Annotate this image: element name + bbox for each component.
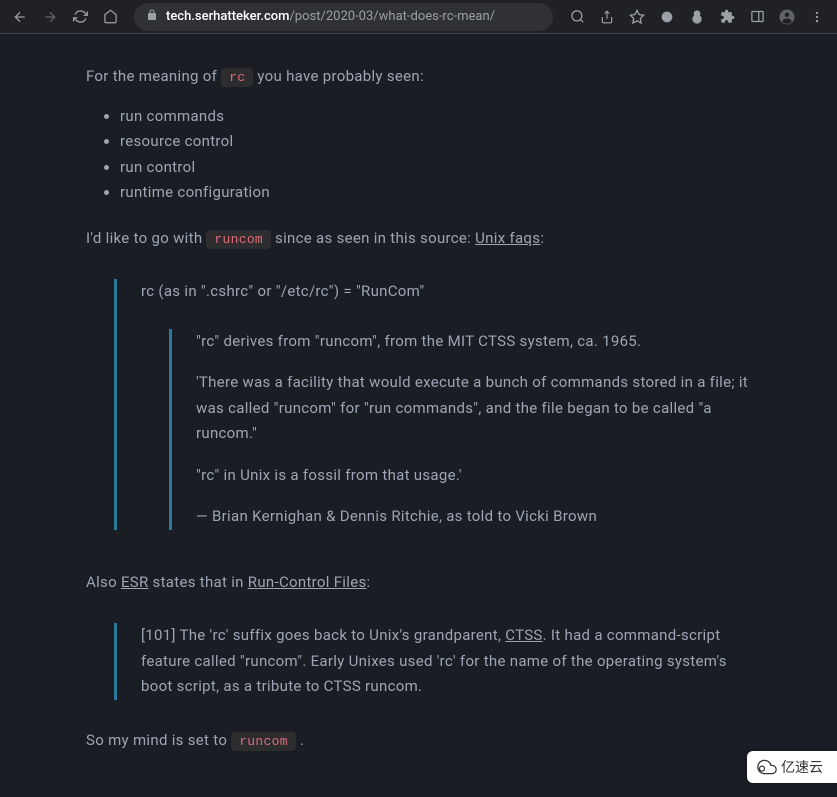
list-item: runtime configuration (120, 180, 751, 206)
toolbar-right (565, 5, 829, 29)
bq-line: rc (as in ".cshrc" or "/etc/rc") = "RunC… (141, 279, 751, 305)
watermark-text: 亿速云 (781, 757, 823, 777)
bookmark-icon[interactable] (625, 5, 649, 29)
text: . (296, 731, 304, 749)
blockquote-runcom: rc (as in ".cshrc" or "/etc/rc") = "RunC… (114, 279, 751, 530)
watermark: 亿速云 (747, 751, 837, 783)
run-control-files-link[interactable]: Run-Control Files (248, 573, 367, 591)
text: For the meaning of (86, 67, 221, 85)
text: Also (86, 573, 121, 591)
esr-link[interactable]: ESR (121, 573, 149, 591)
extension-icon-2[interactable] (685, 5, 709, 29)
url-text: tech.serhatteker.com/post/2020-03/what-d… (166, 9, 495, 24)
reload-button[interactable] (68, 5, 92, 29)
lock-icon (146, 9, 158, 24)
extensions-icon[interactable] (715, 5, 739, 29)
url-domain: tech.serhatteker.com (166, 9, 289, 24)
meanings-list: run commands resource control run contro… (120, 104, 751, 206)
text: So my mind is set to (86, 731, 231, 749)
code-runcom: runcom (206, 230, 271, 249)
blockquote-ctss: [101] The 'rc' suffix goes back to Unix'… (114, 623, 751, 700)
share-icon[interactable] (595, 5, 619, 29)
extension-icon-1[interactable] (655, 5, 679, 29)
bq-line: "rc" derives from "runcom", from the MIT… (196, 329, 751, 355)
list-item: run control (120, 155, 751, 181)
bq-line: "rc" in Unix is a fossil from that usage… (196, 463, 751, 489)
zoom-icon[interactable] (565, 5, 589, 29)
back-button[interactable] (8, 5, 32, 29)
browser-toolbar: tech.serhatteker.com/post/2020-03/what-d… (0, 0, 837, 34)
home-button[interactable] (98, 5, 122, 29)
list-item: resource control (120, 129, 751, 155)
forward-button[interactable] (38, 5, 62, 29)
text: [101] The 'rc' suffix goes back to Unix'… (141, 626, 505, 644)
unix-faqs-link[interactable]: Unix faqs (475, 229, 540, 247)
text: : (540, 229, 544, 247)
code-rc: rc (221, 68, 253, 87)
text: since as seen in this source: (271, 229, 475, 247)
bq-line: [101] The 'rc' suffix goes back to Unix'… (141, 623, 751, 700)
article-content: For the meaning of rc you have probably … (0, 34, 837, 797)
list-item: run commands (120, 104, 751, 130)
code-runcom-2: runcom (231, 732, 296, 751)
bq-attribution: — Brian Kernighan & Dennis Ritchie, as t… (196, 504, 751, 530)
ctss-link[interactable]: CTSS (505, 626, 542, 644)
blockquote-inner: "rc" derives from "runcom", from the MIT… (169, 329, 751, 530)
conclusion-paragraph: So my mind is set to runcom . (86, 728, 751, 754)
panel-icon[interactable] (745, 5, 769, 29)
menu-icon[interactable] (805, 5, 829, 29)
text: states that in (149, 573, 248, 591)
profile-icon[interactable] (775, 5, 799, 29)
text: : (367, 573, 371, 591)
intro-paragraph: For the meaning of rc you have probably … (86, 64, 751, 90)
text: I'd like to go with (86, 229, 206, 247)
url-path: /post/2020-03/what-does-rc-mean/ (289, 9, 495, 24)
esr-paragraph: Also ESR states that in Run-Control File… (86, 570, 751, 596)
address-bar[interactable]: tech.serhatteker.com/post/2020-03/what-d… (134, 3, 553, 31)
text: you have probably seen: (253, 67, 424, 85)
preference-paragraph: I'd like to go with runcom since as seen… (86, 226, 751, 252)
bq-line: 'There was a facility that would execute… (196, 370, 751, 447)
cloud-icon (757, 757, 777, 777)
